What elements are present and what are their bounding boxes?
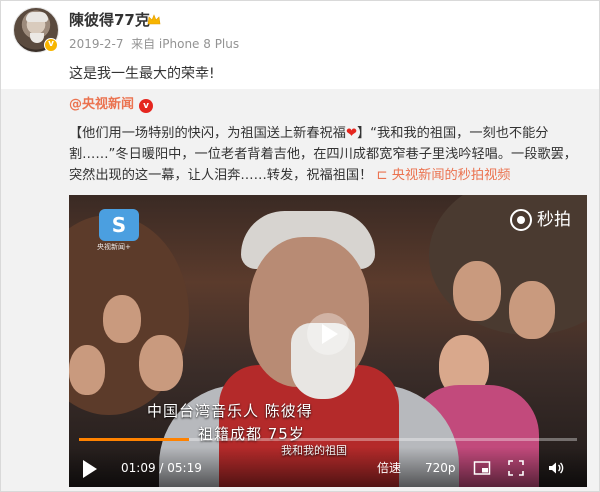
time-display: 01:09 / 05:19: [121, 461, 202, 475]
crowd-face: [103, 295, 141, 343]
pip-icon[interactable]: [473, 459, 491, 477]
video-link-icon: ⊏: [376, 168, 392, 183]
crowd-face: [69, 345, 105, 395]
play-overlay-button[interactable]: [307, 313, 349, 355]
crowd-face: [453, 261, 501, 321]
miaopai-label: 秒拍: [537, 210, 571, 230]
speed-button[interactable]: 倍速: [377, 459, 401, 477]
repost-container: @央视新闻 v 【他们用一场特别的快闪，为祖国送上新春祝福❤】“我和我的祖国，一…: [1, 89, 599, 491]
miaopai-eye-icon: [510, 209, 532, 231]
quality-button[interactable]: 720p: [425, 459, 456, 477]
video-caption-line2: 祖籍成都 75岁: [198, 425, 305, 443]
video-player[interactable]: S 央视新闻+ 秒拍 中国台湾音乐人 陈彼得 祖籍成都 75岁 我和我的祖国 0…: [69, 195, 587, 487]
progress-fill: [79, 438, 189, 441]
fullscreen-icon[interactable]: [507, 459, 525, 477]
weibo-post-card: v 陳彼得77克 2019-2-7 来自 iPhone 8 Plus 这是我一生…: [0, 0, 600, 492]
video-caption-line1: 中国台湾音乐人 陈彼得: [147, 402, 313, 420]
miaopai-watermark: 秒拍: [510, 209, 571, 231]
crown-icon: [147, 12, 161, 26]
post-meta: 2019-2-7 来自 iPhone 8 Plus: [69, 36, 239, 52]
verified-badge-icon: v: [44, 38, 58, 52]
cctv-news-logo-text: 央视新闻+: [97, 243, 131, 251]
progress-bar[interactable]: [79, 438, 577, 441]
username-link[interactable]: 陳彼得77克: [69, 10, 150, 30]
heart-icon: ❤: [345, 126, 357, 141]
cctv-news-logo-icon: S: [99, 209, 139, 241]
original-post-text: 【他们用一场特别的快闪，为祖国送上新春祝福❤】“我和我的祖国，一刻也不能分割………: [69, 123, 589, 186]
crowd-face: [139, 335, 183, 391]
post-text: 这是我一生最大的荣幸!: [69, 66, 215, 82]
volume-icon[interactable]: [547, 459, 565, 477]
play-icon[interactable]: [83, 460, 97, 478]
original-text-part1: 【他们用一场特别的快闪，为祖国送上新春祝福: [69, 126, 346, 141]
video-link-text: 央视新闻的秒拍视频: [391, 168, 511, 183]
original-author-link[interactable]: @央视新闻: [69, 96, 134, 114]
post-source: 来自 iPhone 8 Plus: [131, 37, 240, 51]
video-controls: 01:09 / 05:19 倍速 720p: [69, 447, 587, 487]
post-date[interactable]: 2019-2-7: [69, 37, 123, 51]
crowd-face: [509, 281, 555, 339]
video-link[interactable]: ⊏ 央视新闻的秒拍视频: [377, 168, 511, 183]
red-v-icon: v: [139, 99, 153, 113]
